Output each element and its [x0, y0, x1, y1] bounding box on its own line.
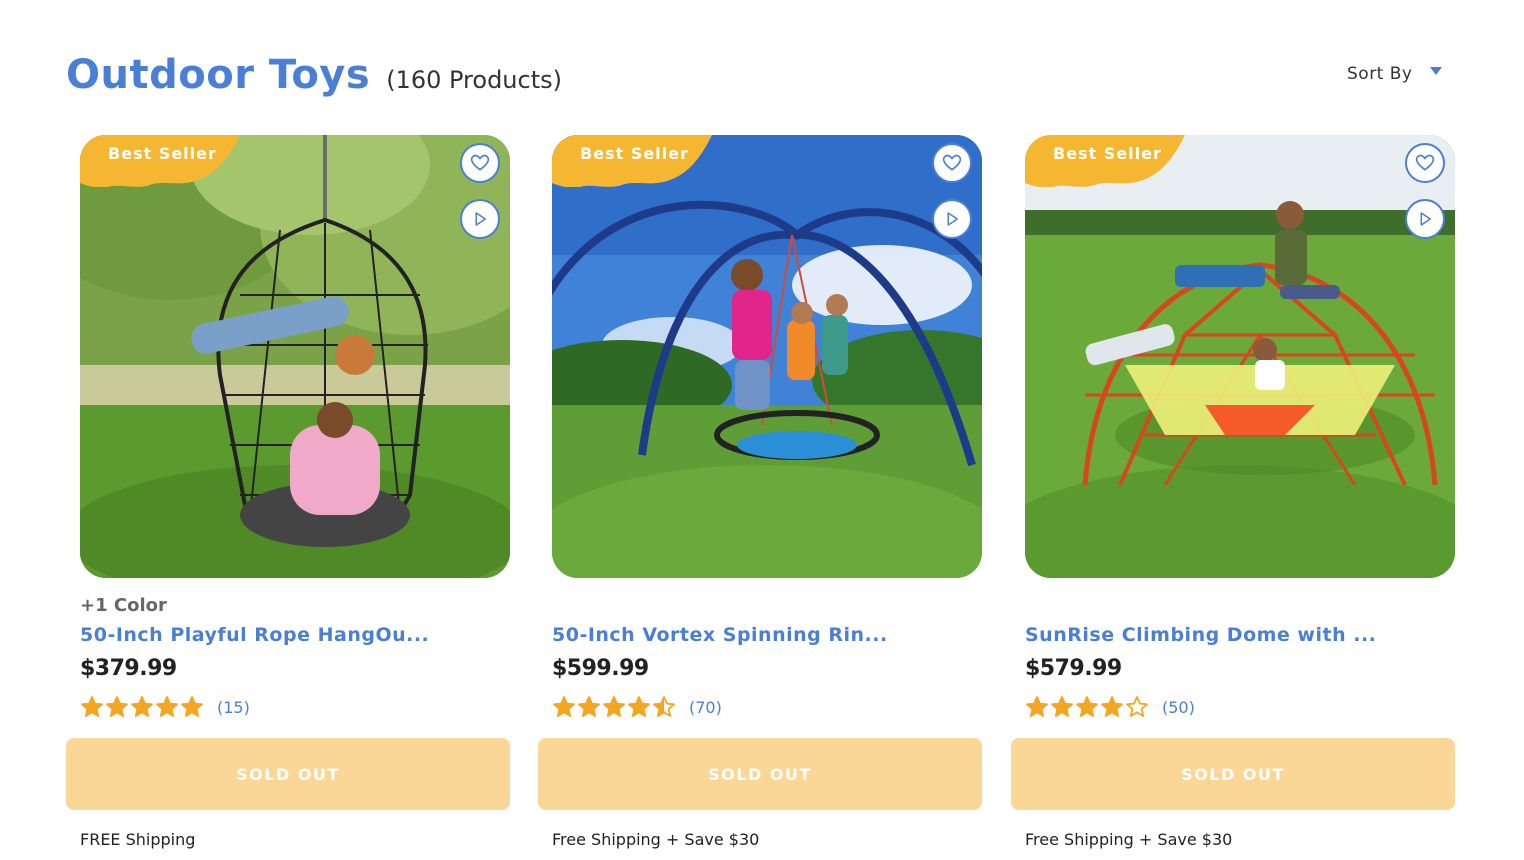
heart-icon [942, 154, 962, 171]
color-count: +1 Color [80, 595, 167, 616]
star-icon [578, 696, 600, 717]
rating-row: (15) [80, 695, 250, 719]
product-price: $599.99 [552, 656, 649, 681]
product-price: $579.99 [1025, 656, 1122, 681]
product-name-link[interactable]: SunRise Climbing Dome with ... [1025, 624, 1376, 646]
product-card: Best Seller +1 Color 50-Inch Playful Rop… [66, 135, 510, 860]
product-image-link[interactable]: Best Seller [80, 135, 510, 578]
shipping-info: Free Shipping + Save $30 [1025, 830, 1233, 849]
wishlist-button[interactable] [1405, 143, 1445, 183]
product-image-link[interactable]: Best Seller [1025, 135, 1455, 578]
heart-icon [1415, 154, 1435, 171]
sort-dropdown[interactable]: Sort By [1347, 64, 1443, 84]
star-rating [1025, 695, 1150, 719]
chevron-down-icon [1430, 67, 1443, 75]
star-rating [80, 695, 205, 719]
play-icon [475, 212, 486, 226]
sold-out-button[interactable]: SOLD OUT [1011, 738, 1455, 810]
product-image-link[interactable]: Best Seller [552, 135, 982, 578]
star-icon [131, 696, 153, 717]
star-icon [1026, 696, 1048, 717]
play-video-button[interactable] [932, 199, 972, 239]
star-icon [1126, 696, 1148, 717]
best-seller-badge: Best Seller [108, 144, 217, 163]
product-count: (160 Products) [386, 66, 562, 94]
star-icon [81, 696, 103, 717]
review-count-link[interactable]: (70) [689, 698, 722, 717]
star-icon [106, 696, 128, 717]
wishlist-button[interactable] [932, 143, 972, 183]
star-rating [552, 695, 677, 719]
play-icon [947, 212, 958, 226]
sold-out-button[interactable]: SOLD OUT [538, 738, 982, 810]
sold-out-button[interactable]: SOLD OUT [66, 738, 510, 810]
star-icon [1051, 696, 1073, 717]
play-video-button[interactable] [460, 199, 500, 239]
page-title: Outdoor Toys [66, 52, 371, 98]
shipping-info: Free Shipping + Save $30 [552, 830, 760, 849]
best-seller-badge: Best Seller [580, 144, 689, 163]
product-price: $379.99 [80, 656, 177, 681]
star-icon [181, 696, 203, 717]
star-icon [603, 696, 625, 717]
star-icon [1076, 696, 1098, 717]
shipping-info: FREE Shipping [80, 830, 196, 849]
star-icon [1101, 696, 1123, 717]
heart-icon [470, 154, 490, 171]
star-icon [653, 696, 675, 717]
page-header: Outdoor Toys (160 Products) [66, 52, 562, 98]
product-name-link[interactable]: 50-Inch Vortex Spinning Rin... [552, 624, 888, 646]
product-image-climbing-dome [1025, 135, 1455, 578]
play-video-button[interactable] [1405, 199, 1445, 239]
product-card: Best Seller SunRise Climbing Dome with .… [1011, 135, 1455, 860]
rating-row: (50) [1025, 695, 1195, 719]
product-name-link[interactable]: 50-Inch Playful Rope HangOu... [80, 624, 429, 646]
product-card: Best Seller 50-Inch Vortex Spinning Rin.… [538, 135, 982, 860]
play-icon [1420, 212, 1431, 226]
review-count-link[interactable]: (15) [217, 698, 250, 717]
review-count-link[interactable]: (50) [1162, 698, 1195, 717]
star-icon [156, 696, 178, 717]
sort-label: Sort By [1347, 64, 1413, 84]
product-image-vortex-swing [552, 135, 982, 578]
wishlist-button[interactable] [460, 143, 500, 183]
product-image-rope-hangout [80, 135, 510, 578]
star-icon [628, 696, 650, 717]
star-icon [553, 696, 575, 717]
rating-row: (70) [552, 695, 722, 719]
best-seller-badge: Best Seller [1053, 144, 1162, 163]
